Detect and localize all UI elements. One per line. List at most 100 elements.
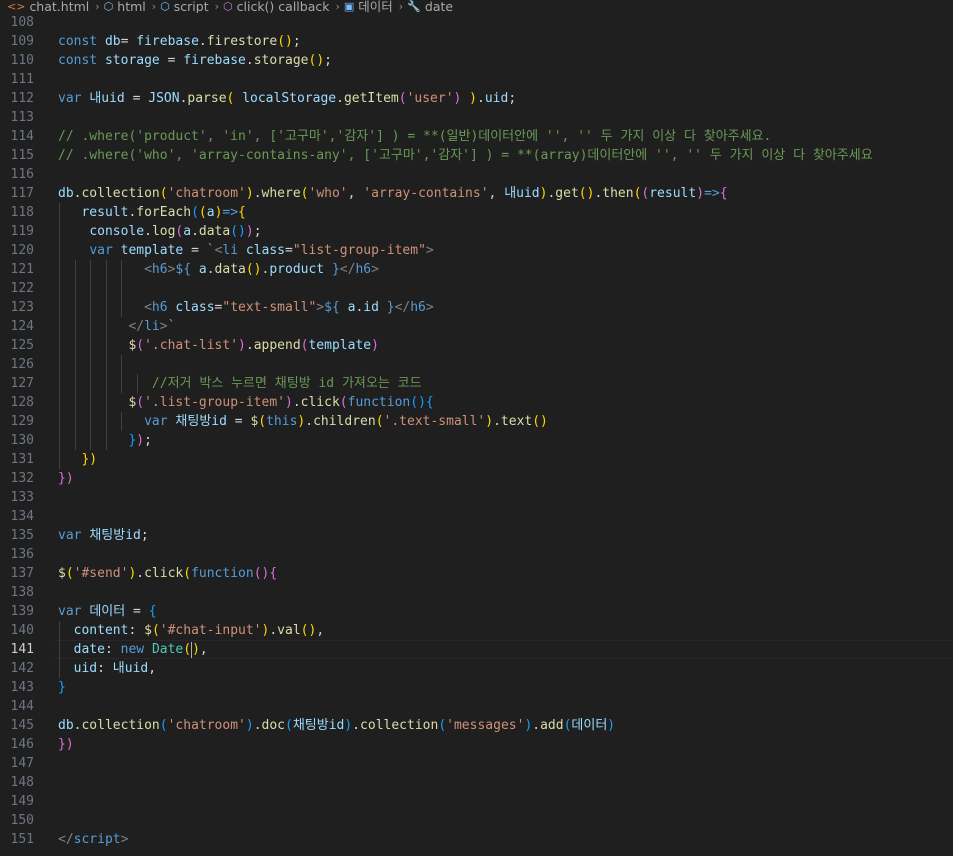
line-number: 122 <box>10 281 34 296</box>
line-number: 120 <box>10 243 34 258</box>
code-line[interactable]: 126 <box>0 355 953 374</box>
line-number: 151 <box>10 832 34 847</box>
code-line[interactable]: 112 var 내uid = JSON.parse( localStorage.g… <box>0 89 953 108</box>
line-number: 108 <box>10 15 34 30</box>
code-line[interactable]: 144 <box>0 697 953 716</box>
line-number: 132 <box>10 471 34 486</box>
code-editor[interactable]: 108 109 const db= firebase.firestore(); 110… <box>0 13 953 856</box>
breadcrumb-label: html <box>117 0 146 14</box>
code-text: $('.chat-list').append(template) <box>128 338 379 353</box>
code-text: var 채팅방id = $(this).children('.text-smal… <box>144 414 548 429</box>
code-line[interactable]: 111 <box>0 70 953 89</box>
code-text: <h6>${ a.data().product }</h6> <box>144 262 379 277</box>
code-line[interactable]: 125 $('.chat-list').append(template) <box>0 336 953 355</box>
line-number: 146 <box>10 737 34 752</box>
line-number: 124 <box>10 319 34 334</box>
line-number: 145 <box>10 718 34 733</box>
breadcrumb-item[interactable]: › ⬡ script <box>146 0 209 13</box>
code-line[interactable]: 123 <h6 class="text-small">${ a.id }</h6… <box>0 298 953 317</box>
indent-guide <box>105 355 107 374</box>
line-number: 115 <box>10 148 34 163</box>
breadcrumb-item[interactable]: › ⬡ click() callback <box>209 0 330 13</box>
line-number: 138 <box>10 585 34 600</box>
code-line[interactable]: 148 <box>0 773 953 792</box>
code-line[interactable]: 142 uid: 내uid, <box>0 659 953 678</box>
chevron-right-icon: › <box>398 0 404 13</box>
code-line[interactable]: 132}) <box>0 469 953 488</box>
code-line[interactable]: 150 <box>0 811 953 830</box>
code-line[interactable]: 115 // .where('who', 'array-contains-any'… <box>0 146 953 165</box>
code-line[interactable]: 119 console.log(a.data()); <box>0 222 953 241</box>
line-number: 111 <box>10 72 34 87</box>
function-icon: ⬡ <box>223 0 233 13</box>
indent-guide <box>90 279 91 298</box>
code-line[interactable]: 120 var template = `<li class="list-grou… <box>0 241 953 260</box>
code-line[interactable]: 116 <box>0 165 953 184</box>
code-text: content: $('#chat-input').val(), <box>73 623 325 638</box>
code-line[interactable]: 114 // .where('product', 'in', ['고구마','감자… <box>0 127 953 146</box>
code-line[interactable]: 118 result.forEach((a)=>{ <box>0 203 953 222</box>
line-number: 134 <box>10 509 34 524</box>
code-line[interactable]: 137 $('#send').click(function(){ <box>0 564 953 583</box>
line-number: 141 <box>10 642 34 657</box>
code-text: const storage = firebase.storage(); <box>58 53 332 68</box>
code-line[interactable]: 133 <box>0 488 953 507</box>
code-line[interactable]: 130 }); <box>0 431 953 450</box>
chevron-right-icon: › <box>214 0 220 13</box>
code-text: var 데이터 = { <box>58 604 157 619</box>
code-line[interactable]: 124 </li>` <box>0 317 953 336</box>
indent-guide <box>121 355 122 374</box>
chevron-right-icon: › <box>95 0 100 13</box>
line-number: 118 <box>10 205 34 220</box>
line-number: 121 <box>10 262 34 277</box>
code-line[interactable]: 136 <box>0 545 953 564</box>
code-line[interactable]: 151 </script> <box>0 830 953 849</box>
line-number: 148 <box>10 775 34 790</box>
code-line[interactable]: 113 <box>0 108 953 127</box>
breadcrumb-item[interactable]: › ⬡ html <box>89 0 146 14</box>
line-number: 126 <box>10 357 34 372</box>
line-number: 119 <box>10 224 34 239</box>
code-line[interactable]: 146}) <box>0 735 953 754</box>
line-number: 112 <box>10 91 34 106</box>
indent-guide <box>59 355 60 374</box>
code-text: $('#send').click(function(){ <box>58 566 278 581</box>
code-line[interactable]: 135 var 채팅방id; <box>0 526 953 545</box>
code-line[interactable]: 109 const db= firebase.firestore(); <box>0 32 953 51</box>
code-line[interactable]: 121 <h6>${ a.data().product }</h6> <box>0 260 953 279</box>
code-text: var template = `<li class="list-group-it… <box>89 243 434 258</box>
code-line[interactable]: 127 //저거 박스 누르면 채팅방 id 가져오는 코드 <box>0 374 953 393</box>
code-text: }) <box>81 452 98 467</box>
line-number: 136 <box>10 547 34 562</box>
code-line[interactable]: 149 <box>0 792 953 811</box>
code-text: uid: 내uid, <box>73 661 157 676</box>
code-text: }); <box>128 433 152 448</box>
code-line[interactable]: 108 <box>0 13 953 32</box>
code-line[interactable]: 145 db.collection('chatroom').doc(채팅방id).… <box>0 716 953 735</box>
code-line[interactable]: 140 content: $('#chat-input').val(), <box>0 621 953 640</box>
line-number: 149 <box>10 794 34 809</box>
code-line[interactable]: 134 <box>0 507 953 526</box>
line-number: 114 <box>10 129 34 144</box>
code-line[interactable]: 110 const storage = firebase.storage(); <box>0 51 953 70</box>
code-line[interactable]: 129 var 채팅방id = $(this).children('.text-… <box>0 412 953 431</box>
line-number: 129 <box>10 414 34 429</box>
code-line[interactable]: 143} <box>0 678 953 697</box>
code-line[interactable]: 131 }) <box>0 450 953 469</box>
breadcrumb-item[interactable]: › 🔧 date <box>393 0 453 13</box>
line-number: 128 <box>10 395 34 410</box>
code-line[interactable]: 128 $('.list-group-item').click(function… <box>0 393 953 412</box>
line-number: 150 <box>10 813 34 828</box>
code-line[interactable]: 139 var 데이터 = { <box>0 602 953 621</box>
breadcrumb-item[interactable]: › ▣ 데이터 <box>329 0 392 13</box>
code-line[interactable]: 147 <box>0 754 953 773</box>
indent-guide <box>74 355 76 374</box>
code-line[interactable]: 141 date: new Date(), <box>0 640 953 659</box>
code-text: </script> <box>58 832 129 847</box>
code-line[interactable]: 138 <box>0 583 953 602</box>
code-text: date: new Date(), <box>73 641 208 658</box>
code-line[interactable]: 117 db.collection('chatroom').where('who'… <box>0 184 953 203</box>
code-text: }) <box>58 737 74 752</box>
code-line[interactable]: 122 <box>0 279 953 298</box>
breadcrumb-item[interactable]: <> chat.html <box>0 0 89 13</box>
